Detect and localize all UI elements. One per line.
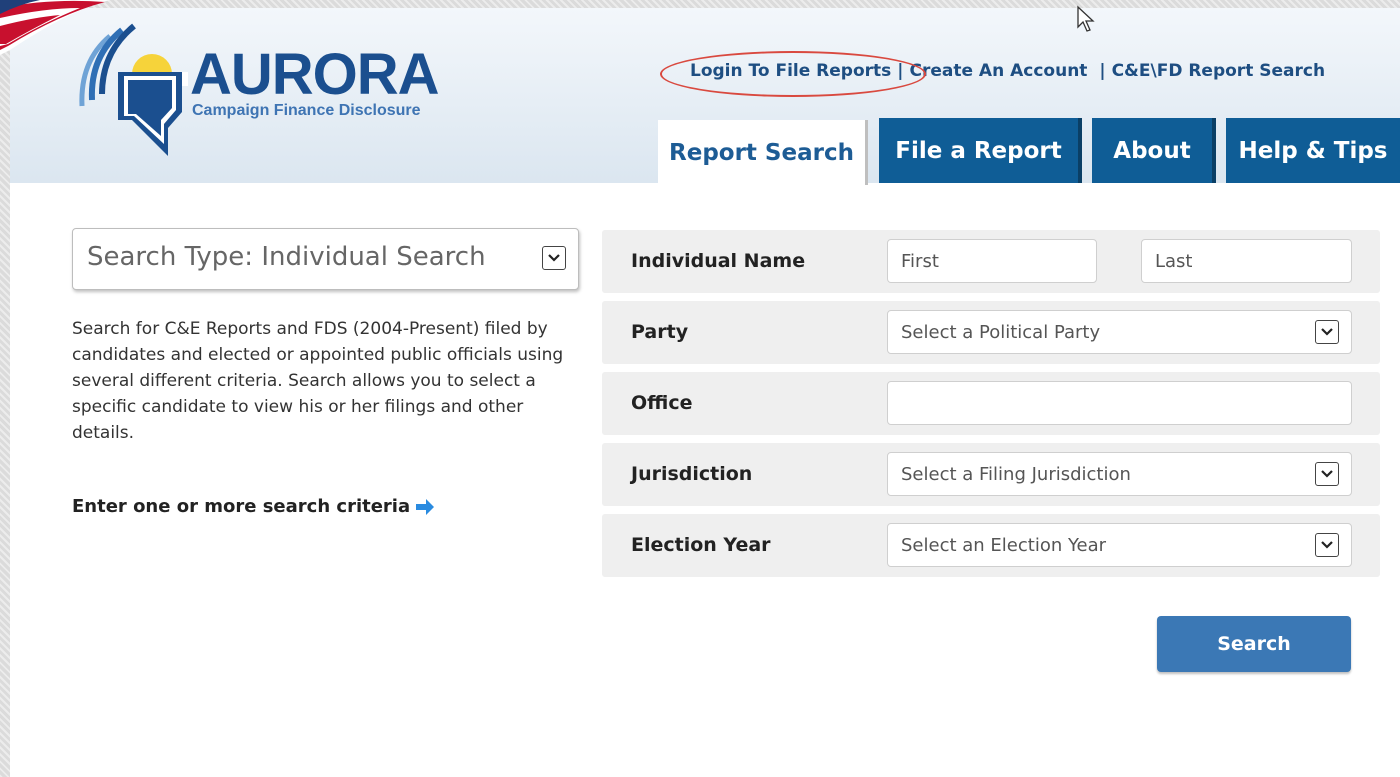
individual-name-label: Individual Name — [631, 250, 806, 272]
link-separator: | — [1093, 61, 1106, 81]
jurisdiction-label: Jurisdiction — [631, 463, 753, 485]
search-description: Search for C&E Reports and FDS (2004-Pre… — [72, 319, 564, 443]
logo-title: AURORA — [190, 42, 440, 107]
search-type-select[interactable]: Search Type: Individual Search — [72, 228, 579, 290]
tab-file-a-report[interactable]: File a Report — [879, 118, 1078, 183]
office-row: Office — [602, 372, 1380, 435]
chevron-down-icon — [1315, 320, 1339, 344]
tab-help-tips[interactable]: Help & Tips — [1226, 118, 1400, 183]
election-year-label: Election Year — [631, 534, 771, 556]
jurisdiction-select[interactable]: Select a Filing Jurisdiction — [887, 452, 1352, 496]
individual-name-row: Individual Name First Last — [602, 230, 1380, 293]
party-select[interactable]: Select a Political Party — [887, 310, 1352, 354]
site-header: AURORA Campaign Finance Disclosure Login… — [0, 0, 1400, 185]
create-account-link[interactable]: Create An Account — [910, 61, 1088, 81]
aurora-logo-icon — [79, 23, 188, 156]
office-input[interactable] — [887, 381, 1352, 425]
criteria-prompt: Enter one or more search criteria — [72, 496, 436, 517]
chevron-down-icon — [1315, 533, 1339, 557]
election-year-row: Election Year Select an Election Year — [602, 514, 1380, 577]
logo-subtitle: Campaign Finance Disclosure — [192, 102, 421, 119]
tab-report-search[interactable]: Report Search — [658, 120, 865, 185]
party-row: Party Select a Political Party — [602, 301, 1380, 364]
chevron-down-icon — [1315, 462, 1339, 486]
search-button[interactable]: Search — [1157, 616, 1351, 672]
report-search-link[interactable]: C&E\FD Report Search — [1112, 61, 1325, 81]
party-label: Party — [631, 321, 689, 343]
first-name-input[interactable]: First — [887, 239, 1097, 283]
tab-about[interactable]: About — [1092, 118, 1212, 183]
page: AURORA Campaign Finance Disclosure Login… — [0, 0, 1400, 777]
election-year-select[interactable]: Select an Election Year — [887, 523, 1352, 567]
office-label: Office — [631, 392, 693, 414]
jurisdiction-row: Jurisdiction Select a Filing Jurisdictio… — [602, 443, 1380, 506]
chevron-down-icon — [542, 246, 566, 270]
mouse-cursor-icon — [1077, 5, 1095, 32]
arrow-right-icon — [416, 498, 435, 515]
annotation-ellipse — [660, 51, 926, 97]
last-name-input[interactable]: Last — [1141, 239, 1352, 283]
